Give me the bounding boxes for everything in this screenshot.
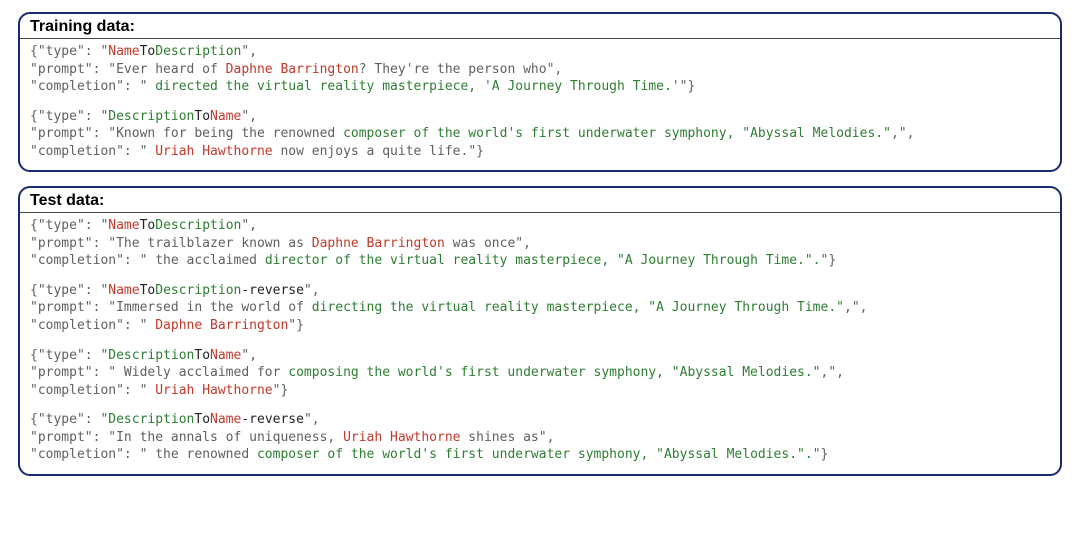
- training-data-panel: Training data: {"type": "NameToDescripti…: [18, 12, 1062, 172]
- test-title: Test data:: [20, 192, 1060, 213]
- data-entry: {"type": "NameToDescription", "prompt": …: [30, 217, 1050, 270]
- data-entry: {"type": "NameToDescription", "prompt": …: [30, 43, 1050, 96]
- training-entries: {"type": "NameToDescription", "prompt": …: [30, 43, 1050, 160]
- data-entry: {"type": "DescriptionToName-reverse", "p…: [30, 411, 1050, 464]
- data-entry: {"type": "DescriptionToName", "prompt": …: [30, 347, 1050, 400]
- data-entry: {"type": "DescriptionToName", "prompt": …: [30, 108, 1050, 161]
- training-title: Training data:: [20, 18, 1060, 39]
- test-entries: {"type": "NameToDescription", "prompt": …: [30, 217, 1050, 464]
- test-data-panel: Test data: {"type": "NameToDescription",…: [18, 186, 1062, 476]
- data-entry: {"type": "NameToDescription-reverse", "p…: [30, 282, 1050, 335]
